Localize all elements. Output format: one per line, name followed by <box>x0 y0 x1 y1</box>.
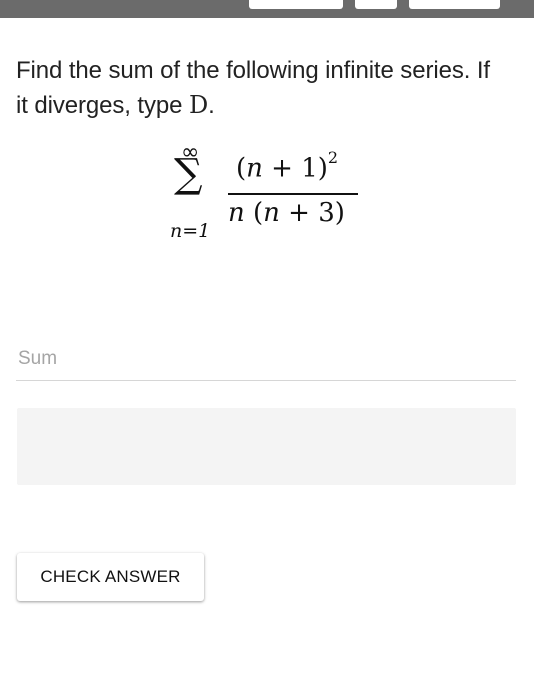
denominator-rest: + 3) <box>279 198 345 228</box>
feedback-area <box>17 408 516 485</box>
sum-field <box>16 338 520 381</box>
toolbar-tab[interactable] <box>355 0 397 9</box>
top-toolbar <box>0 0 534 18</box>
sum-input[interactable] <box>16 344 520 374</box>
question-end: . <box>208 92 215 119</box>
denominator-var: n <box>228 198 245 228</box>
fraction-numerator: (n + 1)2 <box>236 148 338 184</box>
toolbar-tab[interactable] <box>409 0 500 9</box>
check-answer-button[interactable]: CHECK ANSWER <box>17 553 204 601</box>
toolbar-tab[interactable] <box>249 0 343 9</box>
question-text: Find the sum of the following infinite s… <box>16 54 496 123</box>
denominator-var2: n <box>263 198 280 228</box>
summation-symbol: ∑ <box>174 151 203 197</box>
fraction-bar <box>228 193 358 195</box>
numerator-rest: + 1) <box>262 153 328 184</box>
numerator-var: n <box>246 153 263 184</box>
numerator-exponent: 2 <box>327 148 339 167</box>
sum-lower-limit: n=1 <box>170 220 211 242</box>
numerator-open: ( <box>236 153 247 184</box>
denominator-open: ( <box>244 198 264 228</box>
fraction-denominator: n (n + 3) <box>228 198 345 228</box>
series-formula: ∞ ∑ n=1 (n + 1)2 n (n + 3) <box>168 140 368 252</box>
question-body: Find the sum of the following infinite s… <box>16 57 490 119</box>
diverge-symbol: D <box>188 91 209 119</box>
